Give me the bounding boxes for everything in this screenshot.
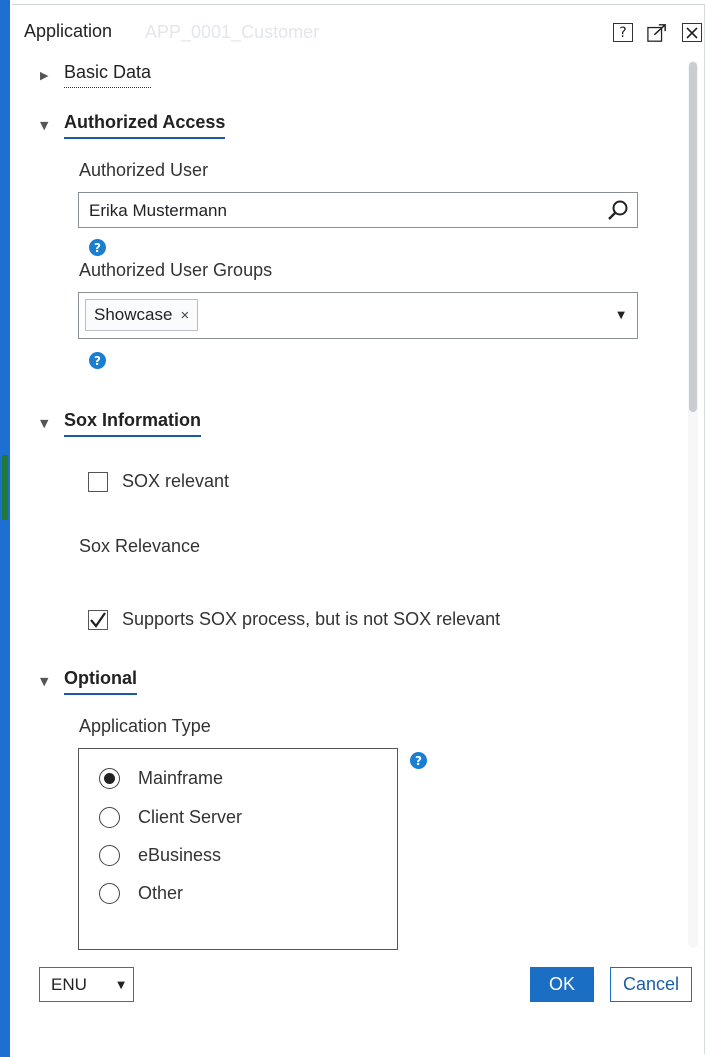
radio-ebusiness-label[interactable]: eBusiness <box>138 845 221 866</box>
language-select[interactable]: ENU ▼ <box>39 967 134 1002</box>
ok-button[interactable]: OK <box>530 967 594 1002</box>
section-sox-information-label[interactable]: Sox Information <box>64 410 202 437</box>
authorized-user-groups-help-icon[interactable]: ? <box>89 352 106 369</box>
group-token-label: Showcase <box>94 305 173 324</box>
radio-mainframe-label[interactable]: Mainframe <box>138 768 223 789</box>
radio-client-server-label[interactable]: Client Server <box>138 807 242 828</box>
left-accent-bar <box>0 0 10 1057</box>
close-button[interactable] <box>682 23 702 42</box>
dialog-title: Application <box>24 21 113 41</box>
authorized-user-groups-input[interactable]: Showcase × ▼ <box>78 292 638 339</box>
chevron-down-icon[interactable]: ▼ <box>617 310 625 321</box>
section-sox-information[interactable]: ▼ Sox Information <box>40 410 202 437</box>
section-authorized-access[interactable]: ▼ Authorized Access <box>40 112 226 139</box>
search-icon[interactable] <box>607 199 629 221</box>
check-icon <box>90 612 106 628</box>
radio-other-label[interactable]: Other <box>138 883 183 904</box>
help-button-icon: ? <box>619 24 627 41</box>
radio-ebusiness[interactable] <box>99 845 120 866</box>
sox-relevant-label: SOX relevant <box>122 471 230 491</box>
sox-relevant-checkbox[interactable] <box>88 472 108 492</box>
authorized-user-groups-label: Authorized User Groups <box>79 260 273 280</box>
expanded-arrow-icon: ▼ <box>40 417 49 430</box>
supports-sox-label: Supports SOX process, but is not SOX rel… <box>122 609 501 629</box>
left-accent-marker <box>2 455 8 520</box>
radio-other[interactable] <box>99 883 120 904</box>
help-button[interactable]: ? <box>613 23 633 42</box>
chevron-down-icon: ▼ <box>117 980 125 991</box>
authorized-user-value: Erika Mustermann <box>89 201 227 220</box>
authorized-user-input[interactable]: Erika Mustermann <box>78 192 638 228</box>
popout-icon <box>647 23 666 42</box>
sox-relevance-label: Sox Relevance <box>79 536 201 556</box>
token-remove-icon[interactable]: × <box>180 307 189 324</box>
collapsed-arrow-icon: ▶ <box>40 68 49 82</box>
popout-button[interactable] <box>647 23 667 42</box>
radio-mainframe[interactable] <box>99 768 120 789</box>
language-value: ENU <box>51 975 87 994</box>
application-type-help-icon[interactable]: ? <box>410 752 427 769</box>
cancel-button[interactable]: Cancel <box>610 967 692 1002</box>
authorized-user-help-icon[interactable]: ? <box>89 239 106 256</box>
section-optional-label[interactable]: Optional <box>64 668 137 695</box>
expanded-arrow-icon: ▼ <box>40 119 49 132</box>
section-basic-data-label[interactable]: Basic Data <box>64 62 152 88</box>
application-type-radio-group: Mainframe Client Server eBusiness Other <box>78 748 398 950</box>
authorized-user-label: Authorized User <box>79 160 209 180</box>
expanded-arrow-icon: ▼ <box>40 675 49 688</box>
section-authorized-access-label[interactable]: Authorized Access <box>64 112 226 139</box>
application-type-label: Application Type <box>79 716 211 736</box>
section-basic-data[interactable]: ▶ Basic Data <box>40 62 152 88</box>
group-token: Showcase × <box>85 299 199 331</box>
section-optional[interactable]: ▼ Optional <box>40 668 137 695</box>
close-icon <box>686 26 698 39</box>
dialog-subtitle-faded: APP_0001_Customer <box>145 22 320 42</box>
radio-client-server[interactable] <box>99 807 120 828</box>
supports-sox-checkbox[interactable] <box>88 610 108 630</box>
scrollbar-thumb[interactable] <box>689 62 697 412</box>
